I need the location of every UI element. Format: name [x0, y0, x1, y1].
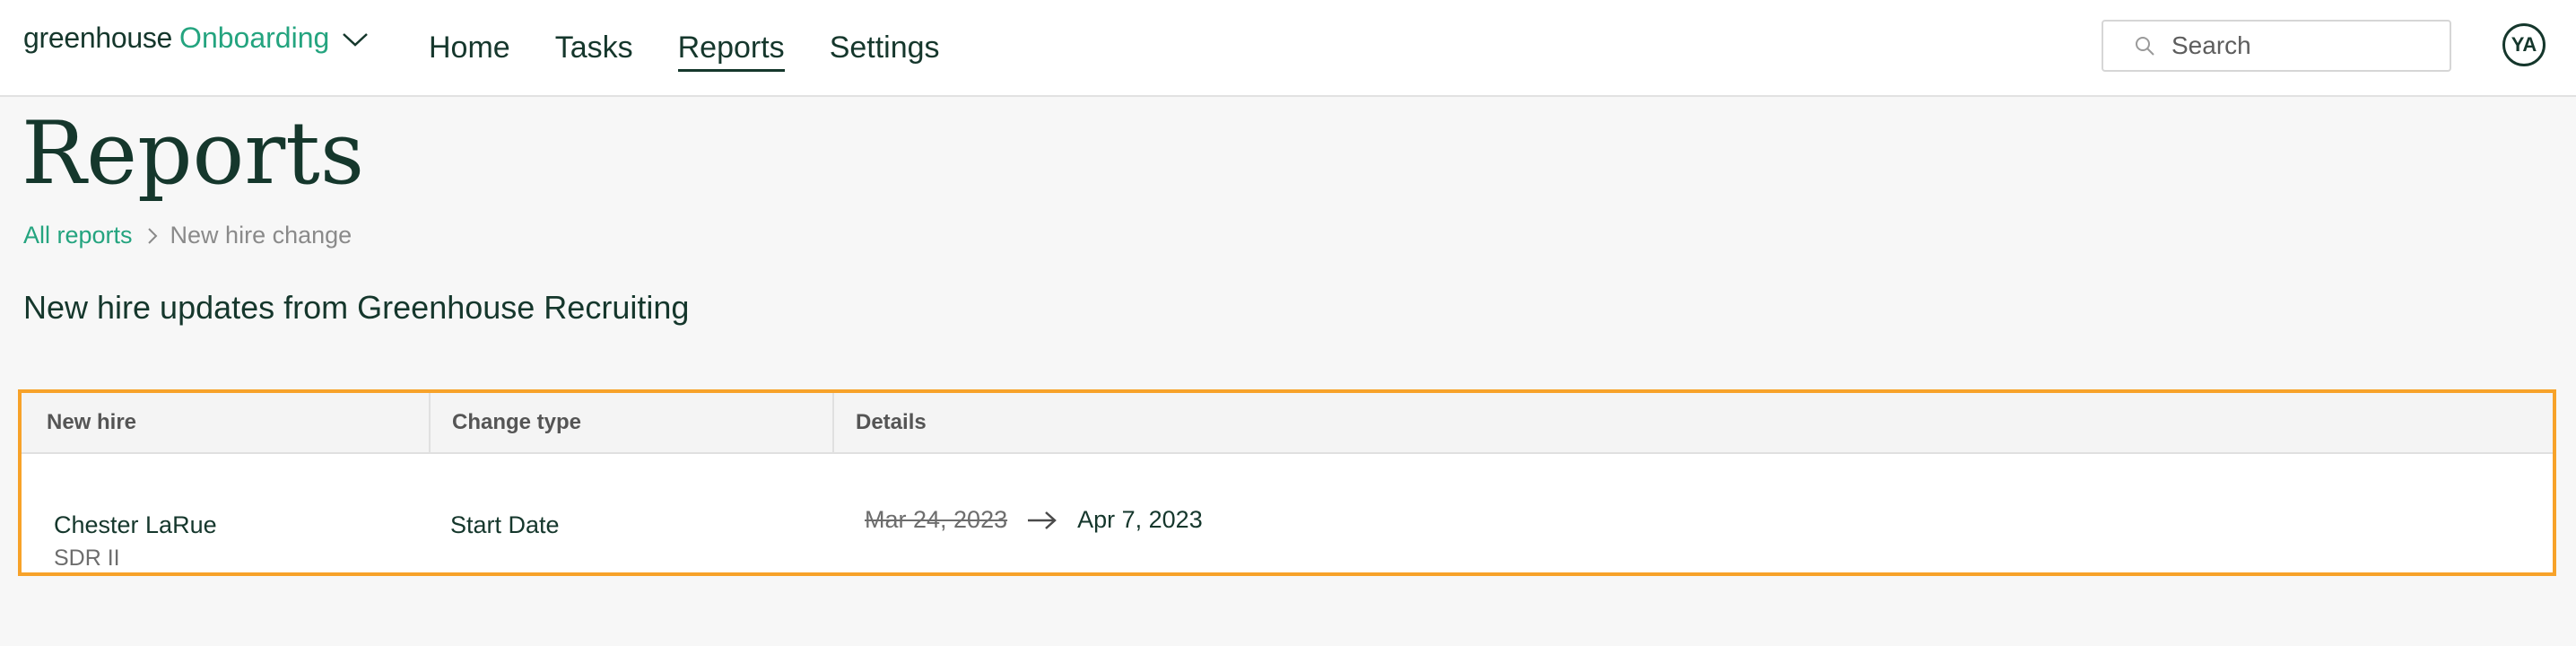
nav-tasks[interactable]: Tasks [555, 0, 633, 95]
change-details: Mar 24, 2023 Apr 7, 2023 [865, 506, 1203, 534]
chevron-down-icon[interactable] [342, 31, 369, 52]
nav-settings[interactable]: Settings [830, 0, 940, 95]
breadcrumb-all-reports-link[interactable]: All reports [23, 222, 133, 249]
breadcrumb-current: New hire change [170, 222, 352, 249]
search-input[interactable] [2170, 31, 2424, 61]
main-nav: Home Tasks Reports Settings [429, 0, 985, 95]
product-switcher[interactable]: greenhouse Onboarding [23, 22, 369, 55]
previous-value: Mar 24, 2023 [865, 506, 1008, 533]
nav-home[interactable]: Home [429, 0, 510, 95]
breadcrumb: All reports New hire change [23, 222, 352, 249]
search-box[interactable] [2102, 20, 2451, 72]
arrow-right-icon [1027, 510, 1057, 531]
page-title: Reports [22, 103, 365, 204]
table-row[interactable]: Chester LaRue SDR II Start Date Mar 24, … [22, 454, 2553, 572]
table-header: New hire Change type Details [22, 393, 2553, 454]
section-heading: New hire updates from Greenhouse Recruit… [23, 289, 690, 326]
new-hire-changes-table: New hire Change type Details Chester LaR… [18, 389, 2556, 576]
new-hire-name: Chester LaRue [54, 511, 217, 538]
new-hire-role: SDR II [54, 546, 120, 571]
change-type-value: Start Date [450, 511, 560, 538]
top-navigation-bar: greenhouse Onboarding Home Tasks Reports… [0, 0, 2576, 97]
column-header-new-hire[interactable]: New hire [22, 393, 429, 452]
brand-logo-wordmark: greenhouse [23, 22, 173, 54]
brand-product-name: Onboarding [179, 22, 330, 54]
column-header-change-type[interactable]: Change type [429, 393, 832, 452]
column-header-details[interactable]: Details [832, 393, 2553, 452]
new-value: Apr 7, 2023 [1077, 506, 1203, 533]
chevron-right-icon [147, 227, 158, 245]
search-icon [2134, 35, 2155, 57]
nav-reports[interactable]: Reports [677, 0, 785, 95]
user-avatar[interactable]: YA [2502, 23, 2546, 66]
